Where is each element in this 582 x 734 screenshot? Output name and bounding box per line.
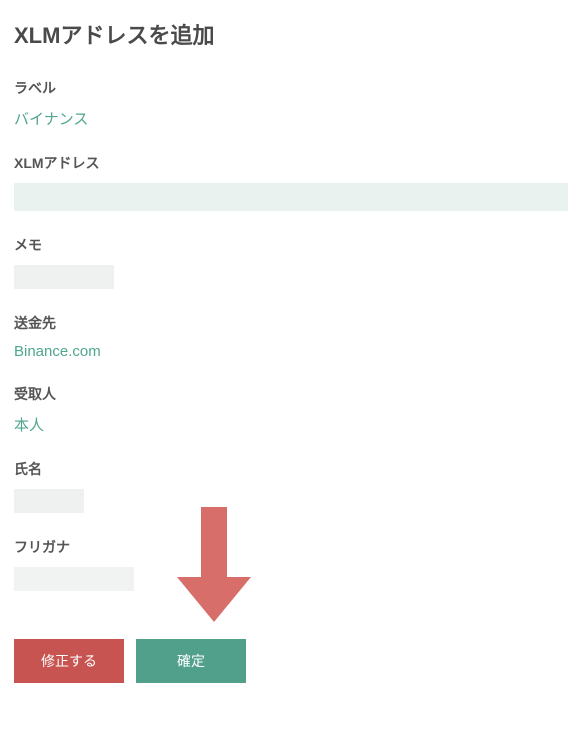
field-label-group: ラベル バイナンス — [14, 78, 568, 129]
page-title: XLMアドレスを追加 — [14, 18, 568, 50]
furigana-value-redacted — [14, 567, 134, 591]
field-furigana-group: フリガナ — [14, 537, 568, 591]
edit-button[interactable]: 修正する — [14, 639, 124, 683]
name-value-redacted — [14, 489, 84, 513]
recipient-title: 受取人 — [14, 384, 568, 404]
furigana-title: フリガナ — [14, 537, 568, 557]
label-title: ラベル — [14, 78, 568, 98]
address-title: XLMアドレス — [14, 153, 568, 173]
field-recipient-group: 受取人 本人 — [14, 384, 568, 435]
field-destination-group: 送金先 Binance.com — [14, 313, 568, 360]
address-value-redacted — [14, 183, 568, 211]
destination-title: 送金先 — [14, 313, 568, 333]
field-address-group: XLMアドレス — [14, 153, 568, 211]
memo-value-redacted — [14, 265, 114, 289]
label-value: バイナンス — [14, 108, 568, 129]
button-row: 修正する 確定 — [14, 639, 568, 683]
name-title: 氏名 — [14, 459, 568, 479]
field-memo-group: メモ — [14, 235, 568, 289]
arrow-down-icon — [169, 507, 259, 627]
destination-value: Binance.com — [14, 343, 568, 360]
memo-title: メモ — [14, 235, 568, 255]
confirm-button[interactable]: 確定 — [136, 639, 246, 683]
field-name-group: 氏名 — [14, 459, 568, 513]
recipient-value: 本人 — [14, 414, 568, 435]
